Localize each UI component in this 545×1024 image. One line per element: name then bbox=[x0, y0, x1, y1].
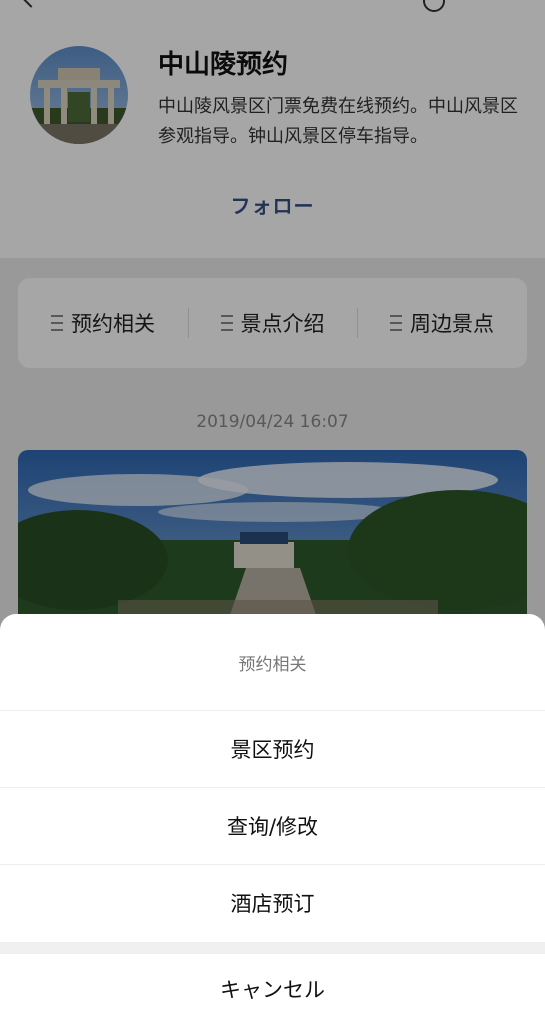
option-scenic-reservation[interactable]: 景区预约 bbox=[0, 710, 545, 788]
option-hotel-booking[interactable]: 酒店预订 bbox=[0, 864, 545, 941]
option-query-modify[interactable]: 查询/修改 bbox=[0, 787, 545, 865]
action-sheet: 预约相关 景区预约 查询/修改 酒店预订 キャンセル bbox=[0, 614, 545, 1024]
cancel-button[interactable]: キャンセル bbox=[0, 954, 545, 1024]
sheet-divider bbox=[0, 942, 545, 954]
page: 中山陵预约 中山陵风景区门票免费在线预约。中山风景区参观指导。钟山风景区停车指导… bbox=[0, 0, 545, 1024]
action-sheet-title: 预约相关 bbox=[0, 614, 545, 711]
